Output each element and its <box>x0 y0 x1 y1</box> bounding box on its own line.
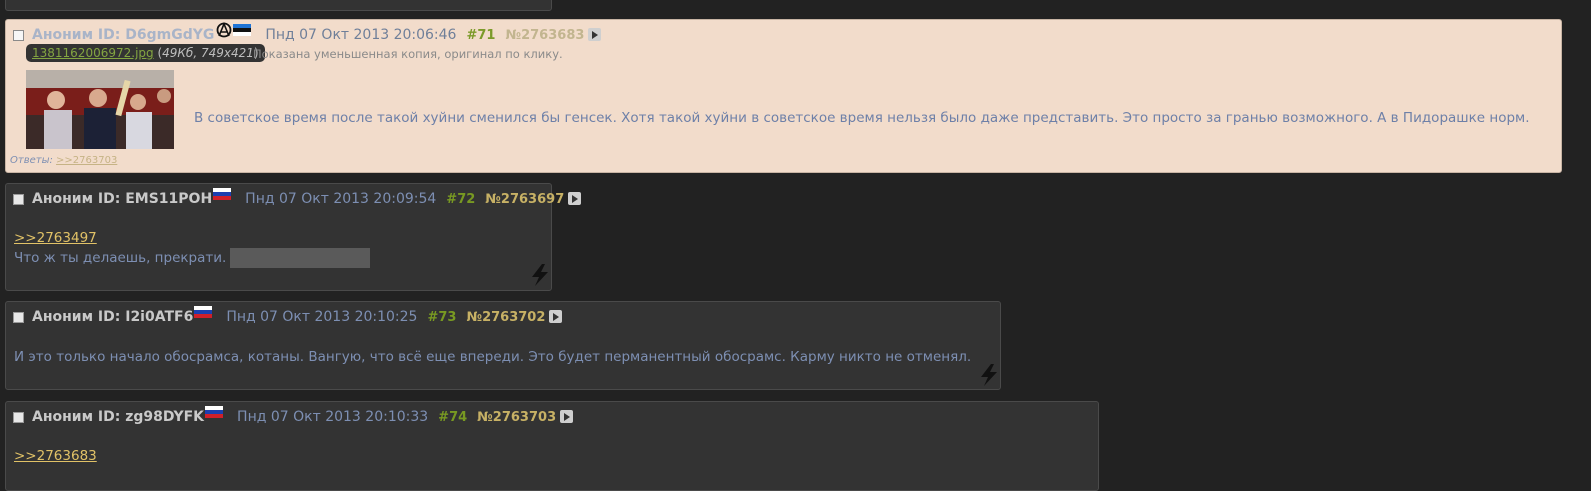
lightning-icon[interactable] <box>529 263 551 287</box>
poster-name: Аноним ID: I2i0ATF6 <box>32 309 194 325</box>
post-74: Аноним ID: zg98DYFK Пнд 07 Окт 2013 20:1… <box>5 401 1099 491</box>
post-id-link[interactable]: №2763697 <box>485 192 564 207</box>
thumbnail-note: Показана уменьшенная копия, оригинал по … <box>253 47 563 61</box>
post-text: И это только начало обосрамса, котаны. В… <box>14 349 972 365</box>
previous-post-fragment <box>5 0 552 11</box>
post-select-checkbox[interactable] <box>13 29 24 41</box>
post-id-link[interactable]: №2763703 <box>477 410 556 425</box>
post-72: Аноним ID: EMS11POH Пнд 07 Окт 2013 20:0… <box>5 183 582 291</box>
post-text: Что ж ты делаешь, прекрати. <box>14 250 227 266</box>
post-71: Аноним ID: D6gmGdYG Пнд 07 Окт 2013 20:0… <box>5 19 1562 173</box>
post-number: #73 <box>427 309 457 325</box>
post-id-link[interactable]: №2763702 <box>466 310 545 325</box>
spoiler-block[interactable] <box>230 248 371 268</box>
post-select-checkbox[interactable] <box>13 411 24 423</box>
poster-name: Аноним ID: zg98DYFK <box>32 409 205 425</box>
play-icon[interactable] <box>549 309 563 323</box>
post-number: #74 <box>438 409 468 425</box>
post-select-checkbox[interactable] <box>13 311 24 323</box>
anarchy-icon <box>216 22 232 38</box>
post-date: Пнд 07 Окт 2013 20:10:33 <box>237 409 429 425</box>
file-meta: 49Кб, 749x421 <box>162 46 254 60</box>
post-number: #71 <box>466 27 496 43</box>
post-header: Аноним ID: I2i0ATF6 Пнд 07 Окт 2013 20:1… <box>13 306 563 326</box>
play-icon[interactable] <box>560 409 574 423</box>
play-icon[interactable] <box>588 27 602 41</box>
estonia-flag-icon <box>233 24 252 36</box>
post-number: #72 <box>446 191 476 207</box>
answers-label: Ответы: <box>10 155 53 166</box>
play-icon[interactable] <box>568 191 582 205</box>
russia-flag-icon <box>194 306 213 318</box>
post-date: Пнд 07 Окт 2013 20:06:46 <box>265 27 457 43</box>
reply-reflink[interactable]: >>2763497 <box>14 230 97 246</box>
post-body: >>2763683 <box>14 448 97 464</box>
poster-name: Аноним ID: EMS11POH <box>32 191 213 207</box>
post-header: Аноним ID: D6gmGdYG Пнд 07 Окт 2013 20:0… <box>13 22 602 44</box>
post-73: Аноним ID: I2i0ATF6 Пнд 07 Окт 2013 20:1… <box>5 301 1001 390</box>
post-thumbnail-image[interactable] <box>26 70 174 149</box>
file-name-link[interactable]: 1381162006972.jpg <box>32 46 154 60</box>
post-select-checkbox[interactable] <box>13 193 24 205</box>
post-id-link[interactable]: №2763683 <box>505 28 584 43</box>
answer-reflink[interactable]: >>2763703 <box>56 155 117 166</box>
post-header: Аноним ID: zg98DYFK Пнд 07 Окт 2013 20:1… <box>13 406 574 426</box>
post-text: В советское время после такой хуйни смен… <box>194 110 1530 126</box>
post-body: >>2763497 <box>14 230 97 246</box>
post-date: Пнд 07 Окт 2013 20:10:25 <box>226 309 418 325</box>
reply-reflink[interactable]: >>2763683 <box>14 448 97 464</box>
russia-flag-icon <box>213 188 232 200</box>
russia-flag-icon <box>205 406 224 418</box>
post-answers: Ответы: >>2763703 <box>10 155 117 166</box>
poster-name: Аноним ID: D6gmGdYG <box>32 27 215 43</box>
file-info-tooltip: 1381162006972.jpg (49Кб, 749x421) <box>26 44 265 62</box>
post-date: Пнд 07 Окт 2013 20:09:54 <box>245 191 437 207</box>
post-header: Аноним ID: EMS11POH Пнд 07 Окт 2013 20:0… <box>13 188 582 208</box>
post-body-line: Что ж ты делаешь, прекрати. <box>14 248 371 268</box>
lightning-icon[interactable] <box>978 363 1000 387</box>
